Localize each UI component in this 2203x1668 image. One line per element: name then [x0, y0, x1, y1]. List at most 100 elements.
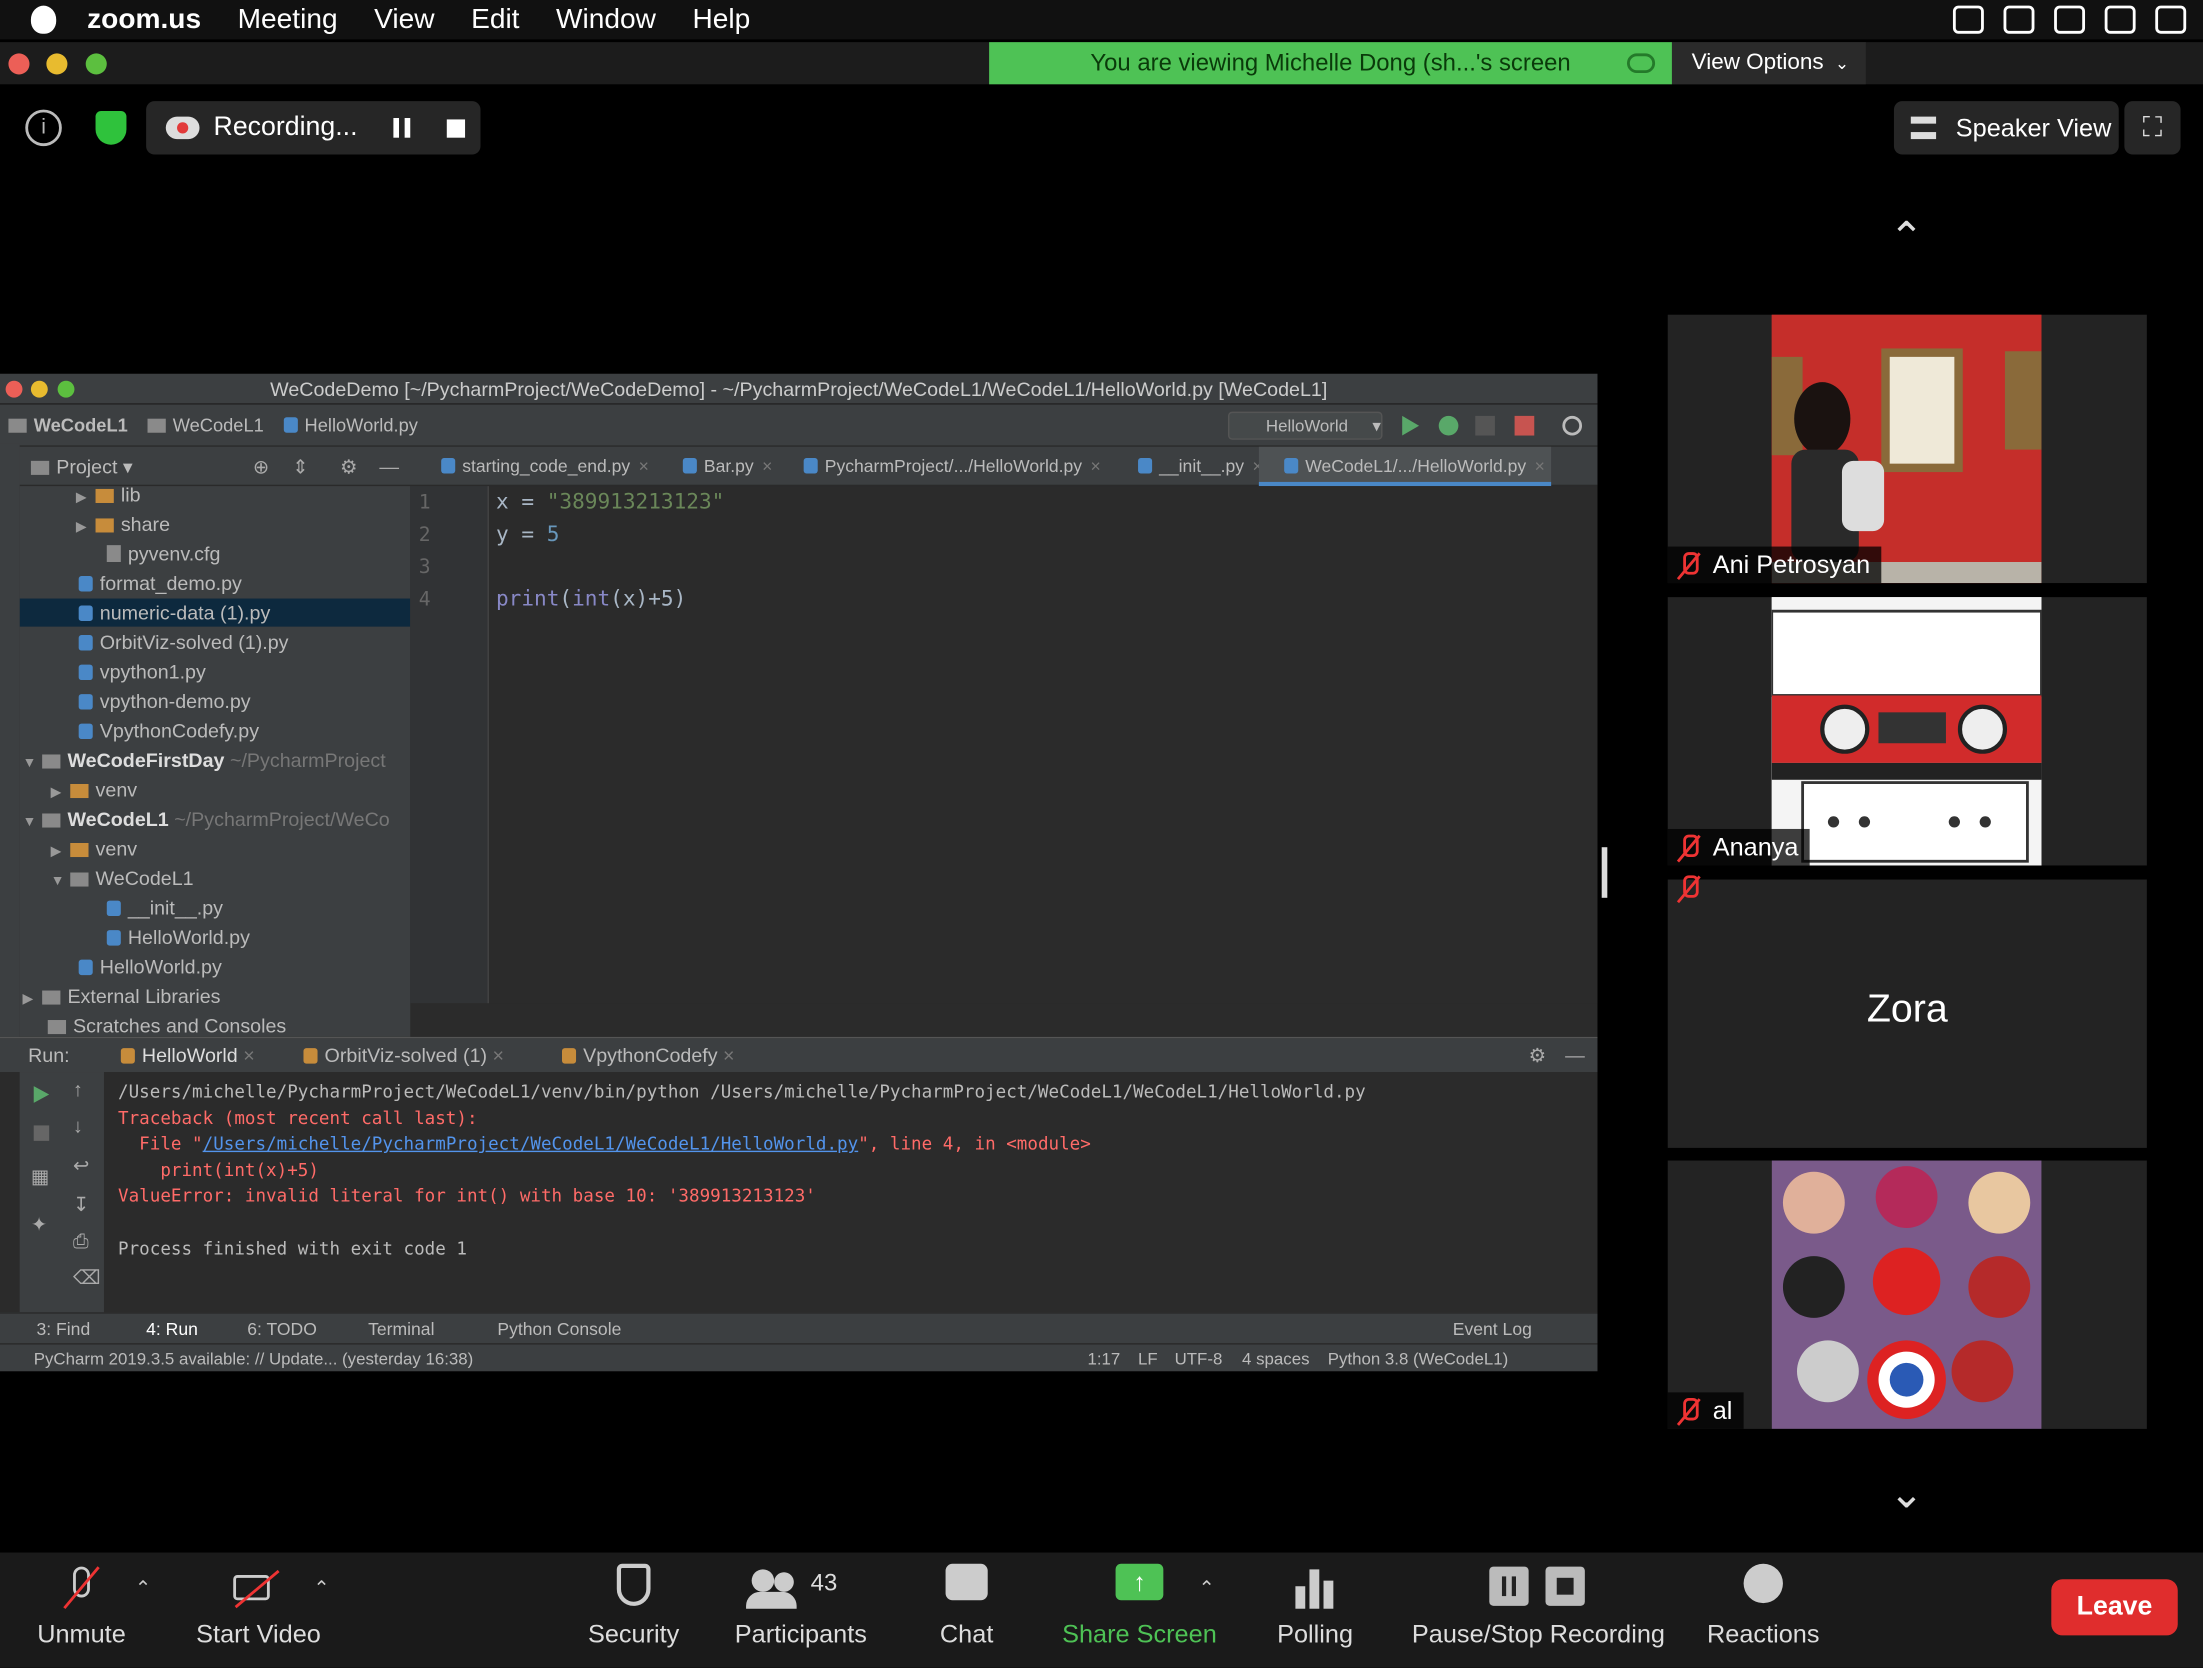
- menu-edit[interactable]: Edit: [471, 4, 519, 36]
- scroll-end-icon[interactable]: ↧: [73, 1193, 89, 1217]
- participant-tile[interactable]: Zora: [1667, 875, 2147, 1148]
- rerun-icon[interactable]: [33, 1086, 50, 1103]
- run-icon[interactable]: [1402, 415, 1420, 436]
- traceback-link[interactable]: /Users/michelle/PycharmProject/WeCodeL1/…: [203, 1132, 859, 1153]
- breadcrumb-item[interactable]: WeCodeL1: [34, 414, 128, 435]
- maximize-window-button[interactable]: [85, 53, 107, 75]
- menu-window[interactable]: Window: [556, 4, 656, 36]
- pause-stop-recording-button[interactable]: Pause/Stop Recording: [1408, 1564, 1669, 1650]
- status-interpreter[interactable]: Python 3.8 (WeCodeL1): [1328, 1345, 1509, 1372]
- hide-icon[interactable]: —: [379, 455, 399, 477]
- debug-icon[interactable]: [1438, 415, 1459, 436]
- speaker-view-button[interactable]: Speaker View: [1893, 101, 2119, 155]
- tree-item[interactable]: ▶ lib: [76, 486, 141, 508]
- tree-item[interactable]: vpython-demo.py: [78, 687, 251, 715]
- reactions-button[interactable]: Reactions: [1703, 1563, 1824, 1650]
- tool-python-console[interactable]: Python Console: [497, 1314, 621, 1345]
- polling-button[interactable]: Polling: [1265, 1564, 1366, 1650]
- status-encoding[interactable]: UTF-8: [1175, 1345, 1223, 1372]
- editor-tab[interactable]: starting_code_end.py ×: [416, 447, 649, 486]
- run-config-select[interactable]: HelloWorld ▾: [1227, 411, 1383, 440]
- tree-item[interactable]: ▶ share: [76, 510, 170, 538]
- menu-app[interactable]: zoom.us: [87, 4, 201, 36]
- editor-tab-active[interactable]: WeCodeL1/.../HelloWorld.py ×: [1258, 446, 1552, 487]
- leave-button[interactable]: Leave: [2051, 1579, 2178, 1636]
- participants-button[interactable]: 43 Participants: [731, 1564, 872, 1650]
- menu-help[interactable]: Help: [693, 4, 751, 36]
- project-dropdown[interactable]: Project ▾ ⊕ ⇕ ⚙ —: [30, 455, 410, 479]
- fullscreen-button[interactable]: ⛶: [2124, 101, 2181, 155]
- pause-recording-button[interactable]: [394, 118, 411, 138]
- status-lf[interactable]: LF: [1138, 1345, 1158, 1372]
- status-indent[interactable]: 4 spaces: [1242, 1345, 1309, 1372]
- breadcrumb-item[interactable]: WeCodeL1: [173, 414, 264, 435]
- participant-tile[interactable]: Ananya: [1667, 597, 2147, 866]
- editor-tab[interactable]: Bar.py ×: [658, 447, 772, 486]
- tree-item[interactable]: Scratches and Consoles: [47, 1012, 286, 1037]
- tool-find[interactable]: 3: Find: [37, 1314, 91, 1345]
- locate-icon[interactable]: ⊕: [253, 455, 269, 479]
- video-options-caret-icon[interactable]: ⌃: [313, 1576, 329, 1600]
- up-arrow-icon[interactable]: ↑: [73, 1078, 83, 1100]
- gear-icon[interactable]: ⚙: [1529, 1038, 1547, 1072]
- close-tab-icon[interactable]: ×: [762, 457, 772, 477]
- collapse-icon[interactable]: ⇕: [292, 455, 308, 479]
- status-position[interactable]: 1:17: [1087, 1345, 1120, 1372]
- coverage-icon[interactable]: [1475, 415, 1495, 436]
- search-icon[interactable]: [1562, 415, 1583, 436]
- gear-icon[interactable]: ⚙: [340, 455, 358, 479]
- split-resize-handle[interactable]: [1601, 847, 1608, 898]
- print-icon[interactable]: ⎙: [73, 1229, 89, 1253]
- down-arrow-icon[interactable]: ↓: [73, 1114, 83, 1136]
- trash-icon[interactable]: ⌫: [73, 1266, 101, 1290]
- close-tab-icon[interactable]: ×: [1091, 457, 1101, 477]
- run-tab-active[interactable]: HelloWorld ×: [98, 1038, 255, 1072]
- tree-item-project[interactable]: ▼ WeCodeFirstDay ~/PycharmProject: [22, 746, 385, 774]
- menu-meeting[interactable]: Meeting: [238, 4, 338, 36]
- close-window-button[interactable]: [8, 53, 30, 75]
- tree-item[interactable]: __init__.py: [106, 894, 223, 922]
- breadcrumb-item[interactable]: HelloWorld.py: [305, 414, 418, 435]
- start-video-button[interactable]: Start Video: [191, 1564, 326, 1650]
- run-tab[interactable]: OrbitViz-solved (1) ×: [281, 1038, 504, 1072]
- participant-tile[interactable]: al: [1667, 1160, 2147, 1429]
- hide-icon[interactable]: —: [1565, 1038, 1585, 1072]
- view-options-button[interactable]: View Options ⌄: [1671, 42, 1866, 85]
- menu-view[interactable]: View: [374, 4, 434, 36]
- apple-icon[interactable]: [30, 5, 57, 34]
- unmute-button[interactable]: Unmute: [31, 1564, 132, 1650]
- pin-icon[interactable]: ✦: [31, 1213, 47, 1237]
- tree-item[interactable]: pyvenv.cfg: [106, 540, 220, 568]
- tree-item[interactable]: HelloWorld.py: [106, 923, 250, 951]
- stop-recording-button[interactable]: [447, 118, 466, 137]
- close-tab-icon[interactable]: ×: [1535, 457, 1545, 477]
- tree-item-selected[interactable]: numeric-data (1).py: [19, 598, 411, 627]
- tool-event-log[interactable]: Event Log: [1453, 1314, 1532, 1345]
- tool-terminal[interactable]: Terminal: [368, 1314, 434, 1345]
- audio-options-caret-icon[interactable]: ⌃: [135, 1576, 151, 1600]
- tree-item[interactable]: VpythonCodefy.py: [78, 717, 259, 745]
- tree-item[interactable]: format_demo.py: [78, 569, 242, 597]
- upload-cloud-icon[interactable]: [2003, 5, 2035, 34]
- airplay-icon[interactable]: [2155, 5, 2187, 34]
- tool-run[interactable]: 4: Run: [146, 1314, 198, 1345]
- encryption-shield-icon[interactable]: [95, 110, 127, 145]
- shield-status-icon[interactable]: [2054, 5, 2086, 34]
- stop-icon[interactable]: [1514, 415, 1535, 436]
- tree-item[interactable]: ▶ External Libraries: [22, 982, 220, 1010]
- tree-item[interactable]: ▼ WeCodeL1: [51, 864, 194, 892]
- minimize-window-button[interactable]: [46, 53, 68, 75]
- info-icon[interactable]: i: [25, 109, 62, 147]
- security-button[interactable]: Security: [579, 1563, 689, 1650]
- scroll-up-chevron-icon[interactable]: ⌃: [1864, 214, 1948, 263]
- status-update[interactable]: PyCharm 2019.3.5 available: // Update...…: [34, 1345, 474, 1372]
- scroll-down-chevron-icon[interactable]: ⌄: [1864, 1470, 1948, 1519]
- chat-button[interactable]: Chat: [927, 1563, 1006, 1650]
- tree-item[interactable]: OrbitViz-solved (1).py: [78, 628, 289, 656]
- layout-icon[interactable]: ▦: [31, 1165, 50, 1189]
- run-tab[interactable]: VpythonCodefy ×: [540, 1038, 735, 1072]
- close-tab-icon[interactable]: ×: [639, 457, 649, 477]
- participant-tile[interactable]: Ani Petrosyan: [1667, 314, 2147, 584]
- editor-tab[interactable]: PycharmProject/.../HelloWorld.py ×: [778, 447, 1101, 486]
- tree-item[interactable]: HelloWorld.py: [78, 953, 222, 981]
